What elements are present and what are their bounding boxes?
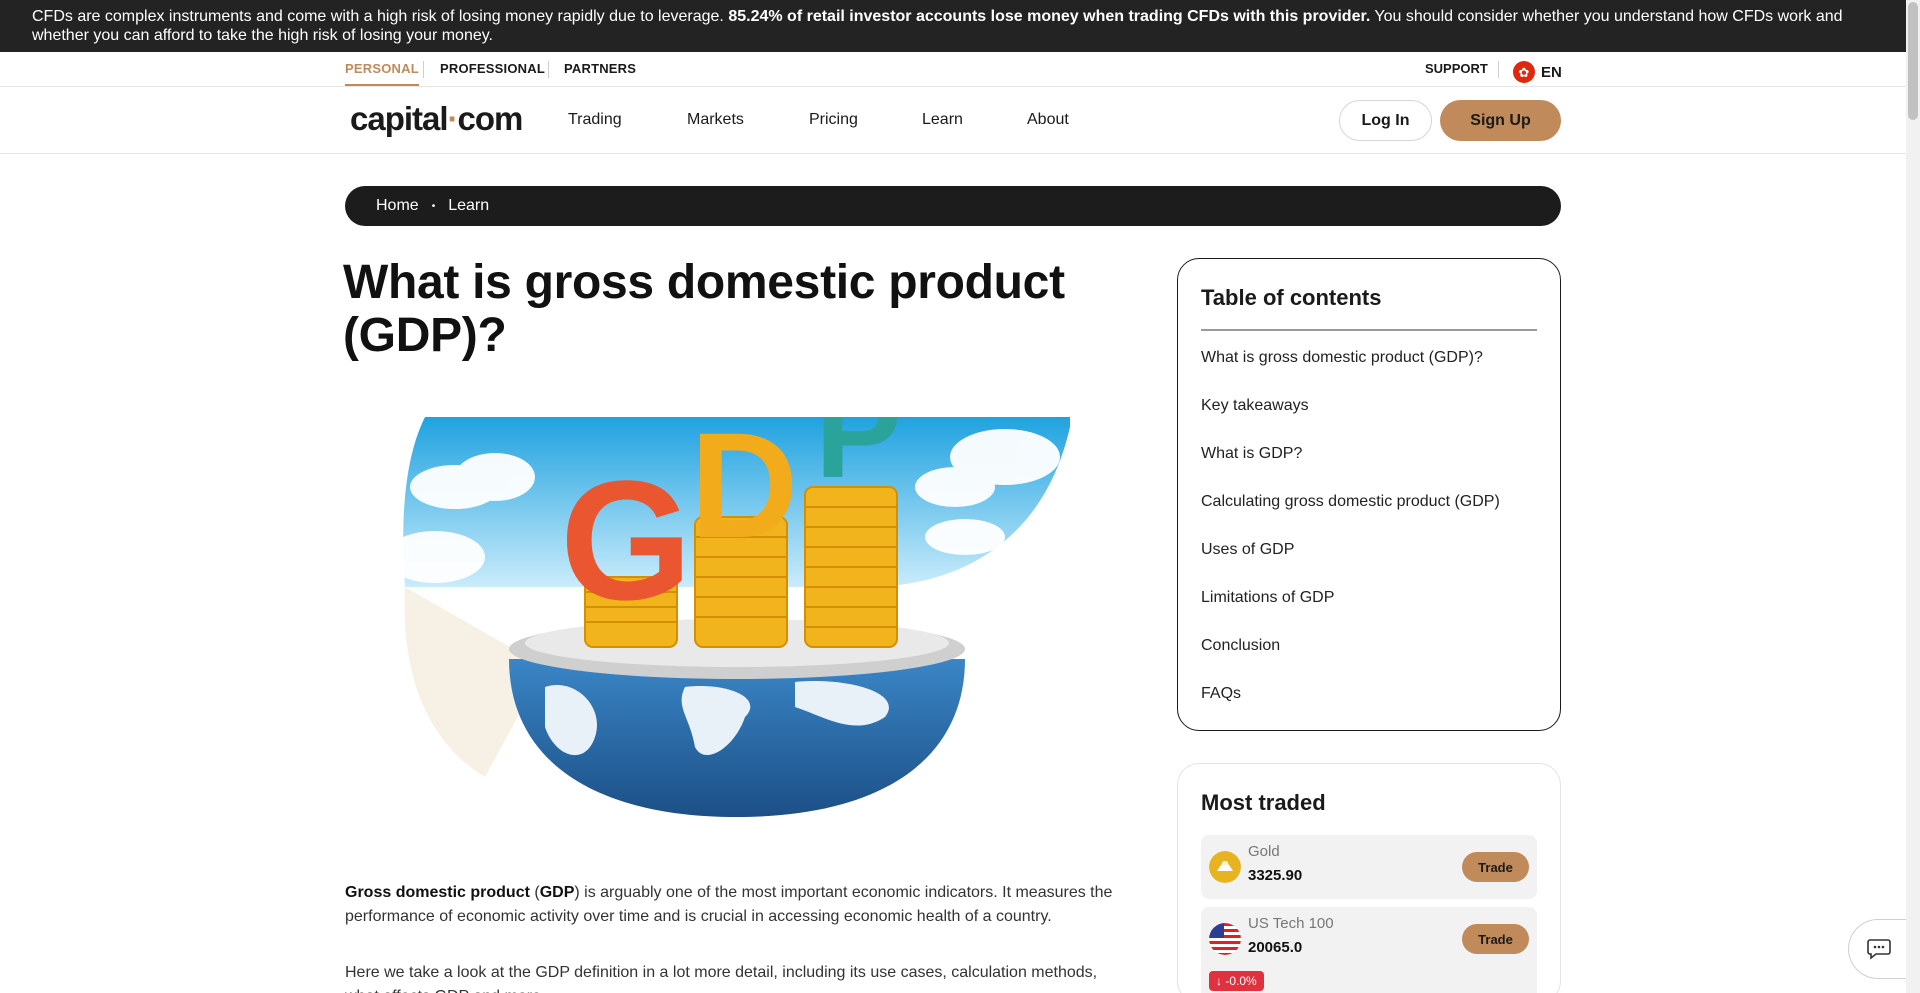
toc-item[interactable]: Calculating gross domestic product (GDP) [1201,493,1500,511]
chat-button[interactable] [1848,919,1908,979]
divider [423,61,424,78]
most-traded-title: Most traded [1201,790,1326,815]
gold-icon [1209,851,1241,883]
most-traded-widget: Most traded Gold 3325.90 Trade US Tech 1… [1177,763,1561,993]
intro-paren: ( [529,884,540,901]
nav-trading[interactable]: Trading [568,111,622,129]
market-name: Gold [1248,843,1280,860]
page-title: What is gross domestic product (GDP)? [343,256,1065,362]
trade-button[interactable]: Trade [1462,852,1529,882]
toc-title: Table of contents [1201,285,1382,310]
toc-item[interactable]: What is gross domestic product (GDP)? [1201,349,1483,367]
market-name: US Tech 100 [1248,915,1334,932]
scrollbar[interactable] [1906,0,1920,993]
nav-about[interactable]: About [1027,111,1069,129]
intro-paragraph: Gross domestic product (GDP) is arguably… [345,881,1135,929]
market-row-gold[interactable]: Gold 3325.90 Trade [1201,835,1537,899]
toc-item[interactable]: Limitations of GDP [1201,589,1334,607]
toc-item[interactable]: Conclusion [1201,637,1280,655]
hero-letter-p: P [815,417,902,505]
breadcrumb: Home • Learn [345,186,1561,226]
language-label: EN [1541,63,1562,81]
divider [1201,329,1537,331]
intro-abbr: GDP [539,884,575,901]
breadcrumb-home[interactable]: Home [376,197,419,215]
market-price: 3325.90 [1248,867,1303,884]
hero-letter-g: G [560,446,692,636]
scrollbar-thumb[interactable] [1908,2,1918,120]
risk-warning-banner: CFDs are complex instruments and come wi… [0,0,1906,52]
toc-item[interactable]: Key takeaways [1201,397,1309,415]
segment-bar: PERSONAL PROFESSIONAL PARTNERS SUPPORT [0,52,1906,86]
toc-item[interactable]: FAQs [1201,685,1241,703]
divider [1498,61,1499,78]
breadcrumb-separator: • [431,200,436,212]
chat-icon [1866,939,1891,960]
nav-markets[interactable]: Markets [687,111,744,129]
nav-learn[interactable]: Learn [922,111,963,129]
login-button[interactable]: Log In [1339,100,1432,141]
divider [0,86,1906,87]
divider [548,61,549,78]
segment-professional[interactable]: PROFESSIONAL [440,61,545,76]
breadcrumb-learn[interactable]: Learn [448,197,489,215]
nav-pricing[interactable]: Pricing [809,111,858,129]
support-link[interactable]: SUPPORT [1425,61,1488,76]
language-selector[interactable]: ✿ EN [1513,61,1562,83]
gdp-hero-illustration: G D P [385,417,1070,817]
logo[interactable]: capital·com [350,100,523,138]
hong-kong-flag-icon: ✿ [1513,61,1535,83]
risk-text: CFDs are complex instruments and come wi… [32,8,729,25]
us-flag-icon [1209,923,1241,955]
table-of-contents: Table of contents What is gross domestic… [1177,258,1561,731]
toc-item[interactable]: What is GDP? [1201,445,1302,463]
price-change-badge: ↓ -0.0% [1209,971,1264,991]
hero-letter-d: D [690,417,798,569]
second-paragraph: Here we take a look at the GDP definitio… [345,964,1098,993]
segment-personal[interactable]: PERSONAL [345,61,419,86]
intro-bold-term: Gross domestic product [345,884,530,901]
segment-partners[interactable]: PARTNERS [564,61,636,76]
market-price: 20065.0 [1248,939,1303,956]
trade-button[interactable]: Trade [1462,924,1529,954]
divider [0,153,1906,154]
risk-text-bold: 85.24% of retail investor accounts lose … [728,8,1371,25]
signup-button[interactable]: Sign Up [1440,100,1561,141]
toc-item[interactable]: Uses of GDP [1201,541,1294,559]
market-row-us-tech-100[interactable]: US Tech 100 20065.0 Trade ↓ -0.0% [1201,907,1537,993]
